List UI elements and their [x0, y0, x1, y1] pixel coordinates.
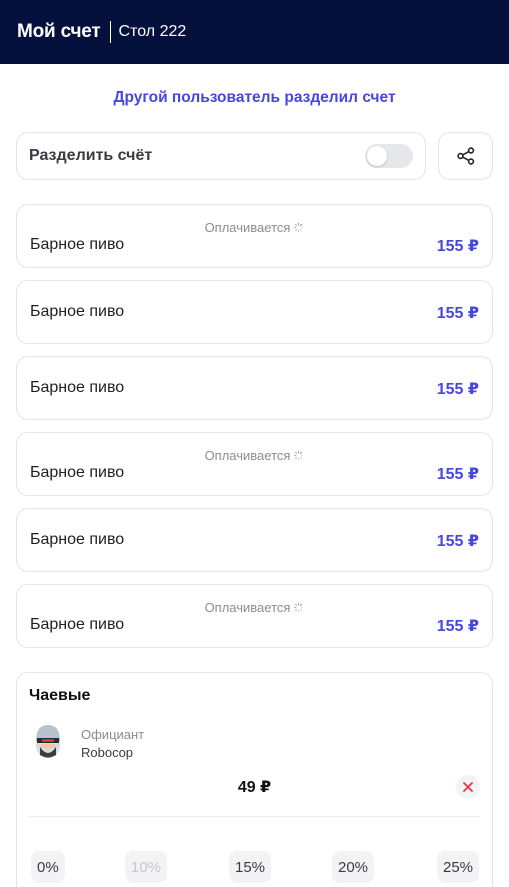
- waiter-avatar: [36, 725, 60, 758]
- item-name: Барное пиво: [30, 303, 125, 320]
- loading-spinner-icon: [294, 450, 304, 461]
- payment-status-label: Оплачивается: [204, 600, 291, 615]
- bill-item[interactable]: Барное пиво 155 ₽: [16, 356, 493, 420]
- payment-status-label: Оплачивается: [204, 220, 291, 235]
- table-number: Стол 222: [118, 23, 187, 40]
- split-row: Разделить счёт: [16, 132, 493, 180]
- toggle-knob: [367, 146, 387, 166]
- tips-divider: [29, 816, 480, 817]
- header: Мой счет Стол 222: [0, 0, 509, 64]
- bill-item[interactable]: Барное пиво 155 ₽: [16, 508, 493, 572]
- payment-status: Оплачивается: [17, 220, 492, 235]
- item-price: 155 ₽: [436, 381, 479, 398]
- item-price: 155 ₽: [436, 466, 479, 483]
- item-price: 155 ₽: [436, 533, 479, 550]
- clear-tip-button[interactable]: [456, 775, 480, 799]
- bill-item[interactable]: Оплачивается Барное пиво 155 ₽: [16, 584, 493, 648]
- item-price: 155 ₽: [436, 238, 479, 255]
- tip-percent-option[interactable]: 25%: [437, 851, 480, 883]
- item-name: Барное пиво: [30, 616, 125, 633]
- bill-item[interactable]: Барное пиво 155 ₽: [16, 280, 493, 344]
- tip-percent-option[interactable]: 15%: [229, 851, 272, 883]
- waiter-role: Официант: [81, 727, 145, 742]
- item-name: Барное пиво: [30, 379, 125, 396]
- bill-item[interactable]: Оплачивается Барное пиво 155 ₽: [16, 204, 493, 268]
- item-name: Барное пиво: [30, 236, 125, 253]
- page-title: Мой счет: [17, 21, 101, 42]
- item-name: Барное пиво: [30, 531, 125, 548]
- share-button[interactable]: [438, 132, 493, 180]
- header-divider: [109, 21, 111, 43]
- item-name: Барное пиво: [30, 464, 125, 481]
- loading-spinner-icon: [294, 602, 304, 613]
- tips-card: Чаевые Официант Robocop 49 ₽ 0% 10% 15% 20%…: [16, 672, 493, 887]
- tip-percent-option[interactable]: 20%: [332, 851, 375, 883]
- close-icon: [463, 782, 473, 792]
- tip-amount: 49 ₽: [237, 779, 272, 796]
- tip-percent-option[interactable]: 0%: [31, 851, 65, 883]
- item-price: 155 ₽: [436, 618, 479, 635]
- split-bill-toggle[interactable]: [365, 144, 413, 168]
- bill-item[interactable]: Оплачивается Барное пиво 155 ₽: [16, 432, 493, 496]
- item-price: 155 ₽: [436, 305, 479, 322]
- payment-status: Оплачивается: [17, 600, 492, 615]
- payment-status-label: Оплачивается: [204, 448, 291, 463]
- payment-status: Оплачивается: [17, 448, 492, 463]
- share-icon: [456, 147, 474, 165]
- loading-spinner-icon: [294, 222, 304, 233]
- tips-title: Чаевые: [29, 687, 91, 704]
- waiter-name: Robocop: [81, 745, 134, 760]
- split-notice: Другой пользователь разделил счет: [113, 89, 396, 106]
- tip-percent-option[interactable]: 10%: [125, 851, 168, 883]
- split-bill-label: Разделить счёт: [29, 147, 153, 164]
- split-bill-toggle-row[interactable]: Разделить счёт: [16, 132, 426, 180]
